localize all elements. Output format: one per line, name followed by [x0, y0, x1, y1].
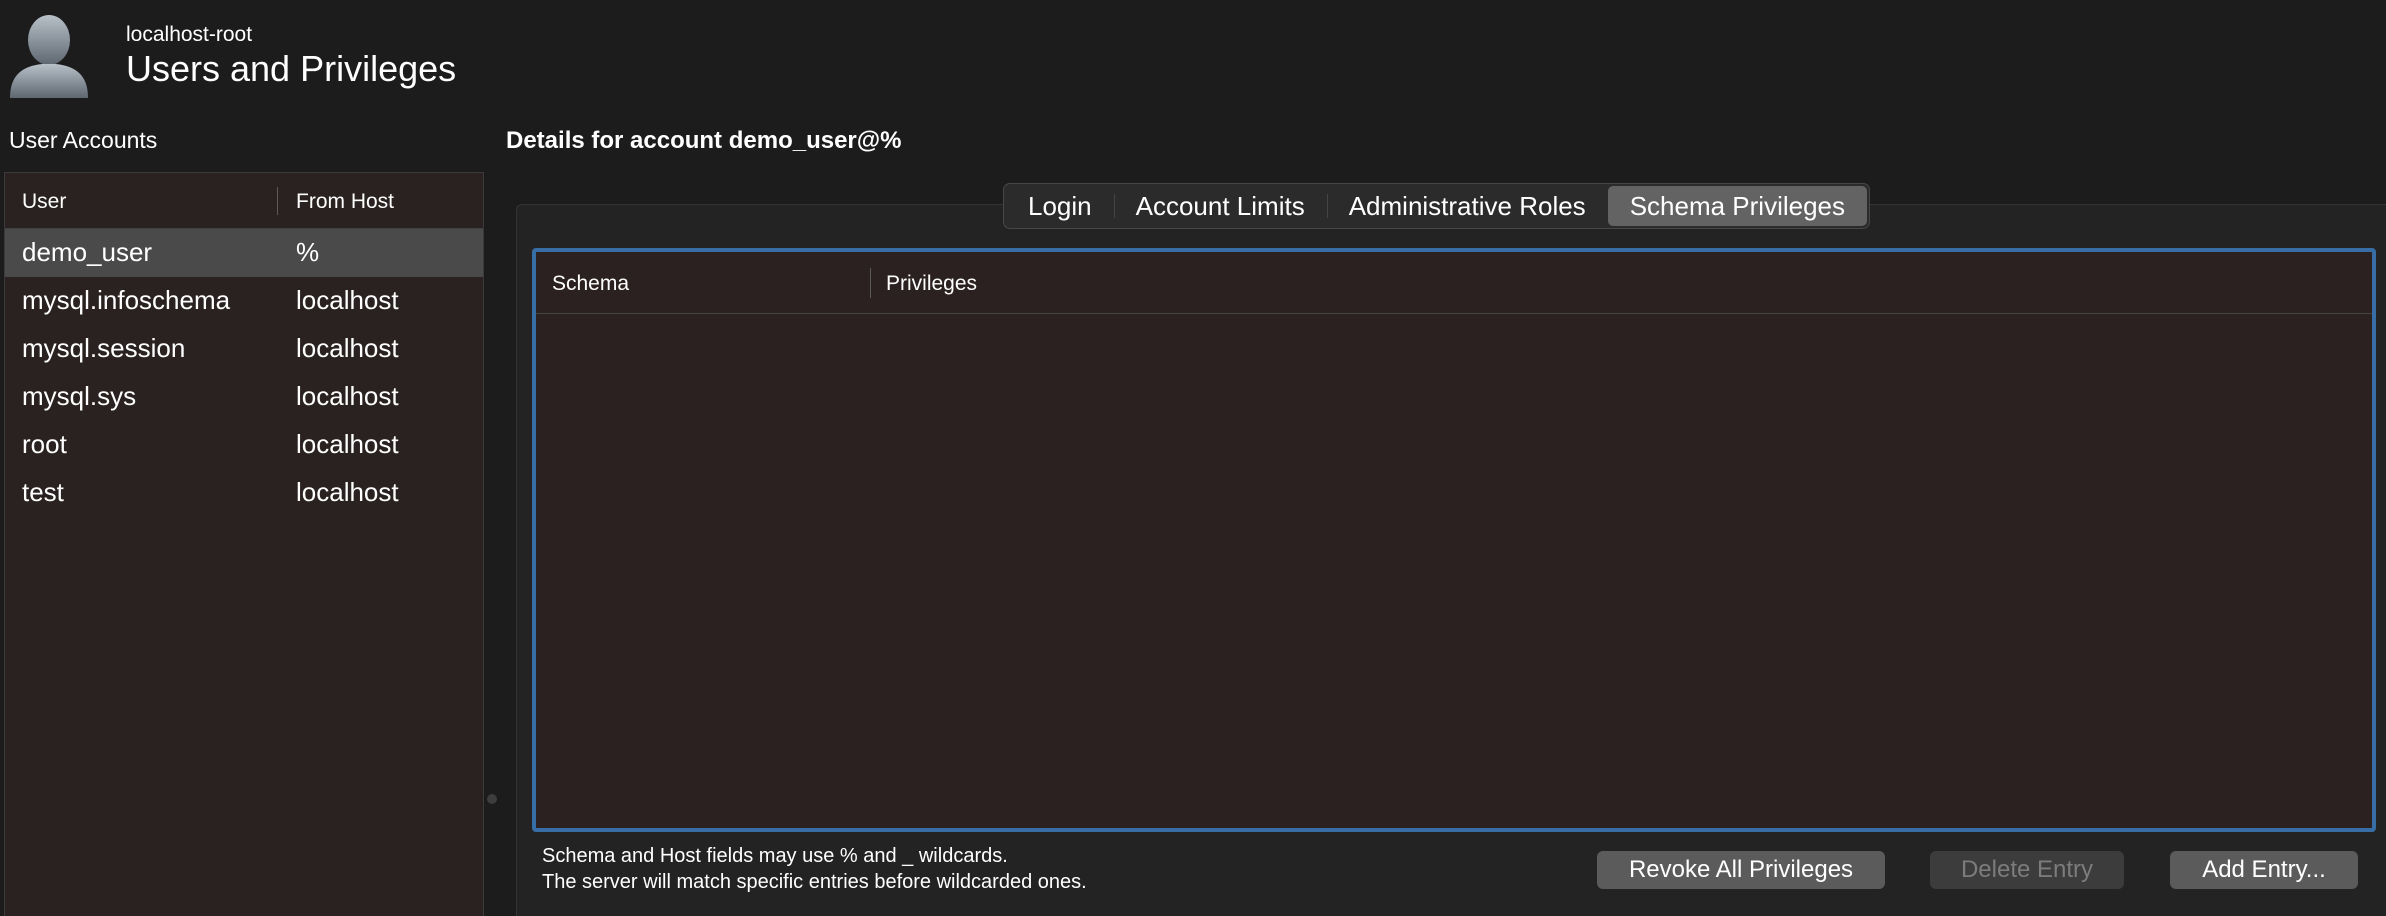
details-tab-bar: Login Account Limits Administrative Role…: [1003, 183, 1870, 229]
column-header-user[interactable]: User: [22, 190, 66, 214]
host-cell: localhost: [296, 429, 399, 459]
splitter-handle[interactable]: [487, 794, 497, 804]
tab-administrative-roles[interactable]: Administrative Roles: [1326, 186, 1608, 226]
column-header-privileges[interactable]: Privileges: [886, 272, 977, 296]
tab-account-limits[interactable]: Account Limits: [1113, 186, 1327, 226]
tab-login[interactable]: Login: [1006, 186, 1114, 226]
column-divider[interactable]: [277, 187, 278, 215]
user-accounts-label: User Accounts: [9, 127, 158, 153]
user-cell: mysql.session: [22, 333, 186, 363]
host-cell: localhost: [296, 381, 399, 411]
table-row[interactable]: test localhost: [5, 469, 483, 517]
table-header: Schema Privileges: [536, 252, 2372, 314]
host-cell: localhost: [296, 333, 399, 363]
table-row[interactable]: demo_user %: [5, 229, 483, 277]
page-title: Users and Privileges: [126, 48, 457, 89]
table-row[interactable]: root localhost: [5, 421, 483, 469]
table-row[interactable]: mysql.sys localhost: [5, 373, 483, 421]
details-title: Details for account demo_user@%: [506, 127, 902, 154]
user-cell: mysql.infoschema: [22, 285, 231, 315]
wildcard-note: Schema and Host fields may use % and _ w…: [542, 845, 1008, 867]
matching-note: The server will match specific entries b…: [542, 871, 1087, 893]
schema-privileges-table[interactable]: Schema Privileges: [532, 248, 2376, 832]
table-header: User From Host: [5, 173, 483, 229]
user-silhouette-icon: [6, 10, 92, 98]
user-cell: root: [22, 429, 67, 459]
user-cell: test: [22, 477, 64, 507]
connection-name: localhost-root: [126, 23, 253, 46]
revoke-all-privileges-button[interactable]: Revoke All Privileges: [1597, 851, 1885, 889]
add-entry-button[interactable]: Add Entry...: [2170, 851, 2358, 889]
delete-entry-button[interactable]: Delete Entry: [1930, 851, 2124, 889]
column-header-from-host[interactable]: From Host: [296, 190, 394, 214]
column-divider[interactable]: [870, 268, 871, 298]
table-row[interactable]: mysql.session localhost: [5, 325, 483, 373]
host-cell: localhost: [296, 285, 399, 315]
user-accounts-table[interactable]: User From Host demo_user % mysql.infosch…: [4, 172, 484, 916]
host-cell: %: [296, 237, 320, 267]
tab-schema-privileges[interactable]: Schema Privileges: [1607, 186, 1867, 226]
table-row[interactable]: mysql.infoschema localhost: [5, 277, 483, 325]
user-cell: mysql.sys: [22, 381, 137, 411]
user-cell: demo_user: [22, 237, 153, 267]
column-header-schema[interactable]: Schema: [552, 272, 629, 296]
host-cell: localhost: [296, 477, 399, 507]
